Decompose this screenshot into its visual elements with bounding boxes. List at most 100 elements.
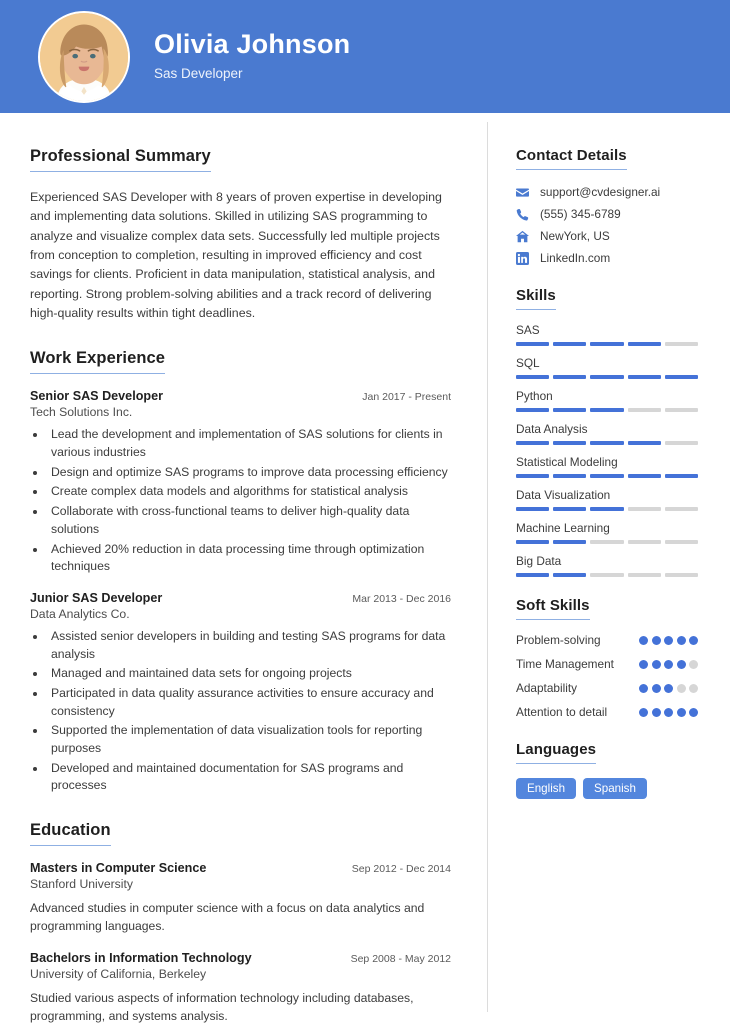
experience-company: Tech Solutions Inc.	[30, 405, 133, 420]
column-divider	[487, 122, 488, 1012]
skill-segment	[664, 474, 699, 478]
skill-name: SQL	[516, 356, 540, 370]
skill-segment	[516, 474, 550, 478]
education-degree: Bachelors in Information Technology	[30, 950, 252, 965]
skill-segment	[516, 507, 550, 511]
section-title-experience: Work Experience	[30, 349, 166, 375]
skill-segment	[664, 408, 699, 412]
skill-name: Data Analysis	[516, 422, 588, 436]
skill-segment	[553, 474, 587, 478]
skill-segment	[590, 474, 624, 478]
skill-item: SAS	[516, 323, 699, 346]
education-date: Sep 2008 - May 2012	[350, 952, 451, 965]
soft-skill-dot	[651, 707, 661, 717]
full-name: Olivia Johnson	[154, 29, 351, 60]
skill-segment	[664, 441, 699, 445]
section-title-skills: Skills	[516, 287, 556, 310]
soft-skill-dot	[689, 683, 698, 693]
language-pill: English	[516, 777, 577, 799]
skill-rating-bar	[516, 408, 699, 412]
soft-skill-dot	[689, 707, 698, 717]
section-contact-details: Contact Details support@cvdesigner.ai (55…	[516, 147, 698, 265]
soft-skill-dot	[639, 707, 648, 717]
skill-segment	[590, 375, 624, 379]
contact-list: support@cvdesigner.ai (555) 345-6789 NewYo…	[516, 185, 698, 265]
skill-segment	[627, 408, 661, 412]
skill-name: SAS	[516, 323, 540, 337]
soft-skill-dot	[651, 659, 661, 669]
skill-rating-bar	[516, 507, 699, 511]
soft-skill-item: Adaptability	[516, 681, 698, 697]
experience-bullet: Design and optimize SAS programs to impr…	[47, 464, 451, 482]
skill-segment	[590, 408, 624, 412]
section-title-summary: Professional Summary	[30, 147, 211, 172]
skill-segment	[664, 375, 699, 379]
header-text-block: Olivia Johnson Sas Developer	[154, 28, 350, 84]
resume-page: Olivia Johnson Sas Developer Professiona…	[0, 0, 730, 1024]
summary-text: Experienced SAS Developer with 8 years o…	[30, 190, 442, 321]
skill-rating-bar	[516, 540, 699, 544]
soft-skill-dot	[689, 636, 698, 645]
section-languages: Languages English Spanish	[516, 741, 698, 799]
experience-bullet: Assisted senior developers in building a…	[47, 628, 451, 663]
experience-date: Mar 2013 - Dec 2016	[352, 592, 451, 605]
skill-segment	[516, 573, 550, 577]
contact-item[interactable]: NewYork, US	[516, 229, 698, 243]
education-entry-head: Bachelors in Information Technology Sep 2…	[30, 951, 451, 965]
contact-item[interactable]: LinkedIn.com	[516, 251, 698, 265]
experience-entry: Junior SAS Developer Mar 2013 - Dec 2016 D…	[30, 591, 451, 795]
experience-company: Data Analytics Co.	[30, 606, 130, 621]
soft-skill-dot	[651, 683, 661, 693]
skill-segment	[516, 540, 550, 544]
skill-segment	[590, 441, 624, 445]
soft-skill-dot	[676, 636, 686, 645]
contact-value: NewYork, US	[540, 229, 610, 243]
envelope-icon	[516, 186, 533, 199]
skills-list: SAS SQL Python Data Analysis Statistical Mod…	[516, 323, 699, 577]
sidebar-column: Contact Details support@cvdesigner.ai (55…	[487, 113, 730, 1024]
soft-skill-name: Problem-solving	[516, 633, 601, 647]
contact-value: support@cvdesigner.ai	[540, 185, 661, 199]
contact-item[interactable]: (555) 345-6789	[516, 207, 698, 221]
skill-segment	[553, 540, 587, 544]
skill-item: Machine Learning	[516, 521, 699, 544]
resume-header: Olivia Johnson Sas Developer	[0, 0, 730, 113]
section-professional-summary: Professional Summary Experienced SAS Dev…	[30, 147, 451, 323]
section-title-education: Education	[30, 821, 111, 847]
experience-role: Senior SAS Developer	[30, 389, 163, 404]
soft-skill-dot	[676, 683, 686, 693]
experience-entry-head: Junior SAS Developer Mar 2013 - Dec 2016	[30, 591, 451, 605]
soft-skill-dot	[664, 683, 673, 693]
experience-bullets: Lead the development and implementation …	[47, 426, 451, 576]
skill-rating-bar	[516, 375, 699, 379]
education-degree: Masters in Computer Science	[30, 861, 207, 876]
soft-skill-rating	[639, 657, 698, 669]
section-title-contact: Contact Details	[516, 147, 627, 170]
linkedin-icon	[516, 251, 533, 265]
section-skills: Skills SAS SQL Python Data Analysis Statisti…	[516, 287, 699, 577]
skill-segment	[627, 573, 661, 577]
contact-item[interactable]: support@cvdesigner.ai	[516, 185, 698, 199]
education-description: Studied various aspects of information t…	[30, 990, 414, 1023]
section-title-soft-skills: Soft Skills	[516, 597, 590, 620]
resume-body: Professional Summary Experienced SAS Dev…	[0, 113, 730, 1024]
soft-skill-name: Time Management	[516, 656, 614, 671]
soft-skills-list: Problem-solving Time Management Adaptabili…	[516, 633, 698, 721]
soft-skill-dot	[664, 659, 673, 669]
education-school: Stanford University	[30, 877, 133, 892]
skill-segment	[553, 408, 587, 412]
experience-date: Jan 2017 - Present	[362, 391, 451, 404]
skill-rating-bar	[516, 573, 699, 577]
experience-bullet: Developed and maintained documentation f…	[47, 760, 451, 795]
education-entry-head: Masters in Computer Science Sep 2012 - De…	[30, 861, 451, 875]
experience-bullet: Create complex data models and algorithm…	[47, 483, 451, 501]
soft-skill-item: Attention to detail	[516, 705, 698, 721]
skill-segment	[664, 540, 699, 544]
contact-value: (555) 345-6789	[540, 207, 621, 221]
education-school: University of California, Berkeley	[30, 966, 207, 981]
skill-segment	[516, 342, 550, 346]
skill-segment	[516, 408, 550, 412]
soft-skill-item: Time Management	[516, 657, 698, 673]
experience-list: Senior SAS Developer Jan 2017 - Present Te…	[30, 389, 451, 795]
skill-item: Big Data	[516, 554, 699, 577]
